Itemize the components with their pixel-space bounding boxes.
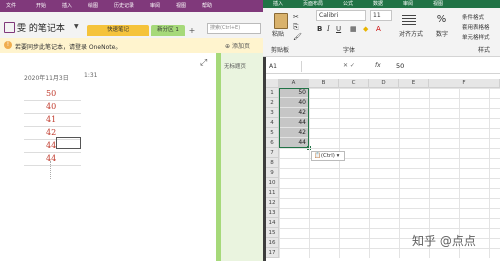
copy-icon[interactable]: ⎘ — [293, 23, 299, 32]
fill-color-icon[interactable]: ◆ — [363, 25, 368, 33]
underline-button[interactable]: U — [336, 25, 341, 33]
tab-help[interactable]: 帮助 — [202, 2, 212, 9]
watermark: 知乎 @点点 — [412, 234, 476, 248]
tab-view[interactable]: 视图 — [176, 2, 186, 9]
page-time: 1:31 — [84, 72, 98, 79]
excel-ribbon-tabs: 插入 页面布局 公式 数据 审阅 视图 — [263, 0, 500, 8]
tab-formulas[interactable]: 公式 — [343, 0, 353, 7]
styles-group-label: 样式 — [478, 47, 491, 54]
cell-styles-button[interactable]: 单元格样式 — [462, 33, 490, 41]
empty-cells[interactable] — [309, 88, 500, 148]
table-row: 41 — [24, 114, 81, 127]
italic-button[interactable]: I — [327, 25, 330, 33]
font-name-select[interactable]: Calibri — [316, 10, 366, 21]
row-header[interactable]: 5 — [266, 128, 279, 138]
column-header-c[interactable]: C — [339, 79, 369, 88]
clipboard-icon: 📋 — [314, 153, 321, 159]
expand-icon[interactable]: ⤢ — [200, 58, 207, 68]
table-row: 50 — [24, 88, 81, 101]
font-group-label: 字体 — [343, 47, 356, 54]
table-row: 44 — [24, 153, 81, 166]
name-box[interactable]: A1 — [266, 61, 302, 72]
alignment-button[interactable]: 对齐方式 — [399, 29, 423, 38]
tab-view[interactable]: 视图 — [433, 0, 443, 7]
format-as-table-button[interactable]: 套用表格格 — [462, 23, 490, 31]
tab-review[interactable]: 审阅 — [150, 2, 160, 9]
bold-button[interactable]: B — [317, 25, 322, 33]
tab-insert[interactable]: 插入 — [62, 2, 72, 9]
notebook-title[interactable]: 雯 的笔记本 — [17, 21, 65, 34]
clipboard-group-label: 剪贴板 — [271, 47, 290, 54]
add-page-label: 添加页 — [231, 43, 250, 50]
page-date: 2020年11月3日 — [24, 75, 69, 82]
row-header[interactable]: 10 — [266, 178, 279, 188]
row-header[interactable]: 9 — [266, 168, 279, 178]
add-section-button[interactable]: + — [187, 26, 197, 36]
number-button[interactable]: 数字 — [436, 29, 448, 38]
fx-icon[interactable]: fx — [375, 62, 381, 69]
paste-button[interactable]: 粘贴 — [272, 29, 284, 38]
column-header-b[interactable]: B — [309, 79, 339, 88]
row-header[interactable]: 1 — [266, 88, 279, 98]
row-header[interactable]: 7 — [266, 148, 279, 158]
row-header[interactable]: 8 — [266, 158, 279, 168]
font-size-select[interactable]: 11 — [370, 10, 392, 21]
selected-table-cell[interactable] — [56, 137, 81, 149]
row-header[interactable]: 16 — [266, 238, 279, 248]
cut-icon[interactable]: ✂ — [293, 13, 299, 21]
paste-icon[interactable] — [274, 13, 288, 29]
table-row: 40 — [24, 101, 81, 114]
tab-file[interactable]: 文件 — [6, 2, 16, 9]
align-icon[interactable] — [402, 13, 416, 27]
select-all-corner[interactable] — [266, 79, 279, 88]
percent-icon[interactable]: % — [435, 13, 448, 26]
tab-draw[interactable]: 绘图 — [88, 2, 98, 9]
formula-cancel-confirm-icons[interactable]: ✕ ✓ — [343, 62, 355, 69]
row-header[interactable]: 2 — [266, 98, 279, 108]
selection-outline — [279, 88, 309, 148]
info-icon: ! — [4, 41, 12, 49]
tab-page-layout[interactable]: 页面布局 — [303, 0, 323, 7]
search-input[interactable]: 搜索(Ctrl+E) — [207, 23, 261, 34]
format-painter-icon[interactable]: 🖌 — [293, 33, 302, 41]
sync-notice-text[interactable]: 若要同步此笔记本，请登录 OneNote。 — [15, 42, 121, 51]
table-continuation — [50, 161, 52, 179]
page-list-item[interactable]: 无标题页 — [224, 62, 246, 70]
chevron-down-icon[interactable]: ▼ — [74, 23, 79, 30]
column-header-a[interactable]: A — [279, 79, 309, 88]
row-header[interactable]: 11 — [266, 188, 279, 198]
notebook-icon[interactable] — [4, 22, 15, 33]
number-table[interactable]: 50 40 41 42 44 44 — [24, 88, 81, 166]
row-header[interactable]: 13 — [266, 208, 279, 218]
row-header[interactable]: 14 — [266, 218, 279, 228]
column-header-d[interactable]: D — [369, 79, 399, 88]
tab-history[interactable]: 历史记录 — [114, 2, 134, 9]
conditional-format-button[interactable]: 条件格式 — [462, 13, 484, 21]
onenote-ribbon: 文件 开始 插入 绘图 历史记录 审阅 视图 帮助 — [0, 0, 263, 12]
column-header-e[interactable]: E — [399, 79, 429, 88]
row-header[interactable]: 17 — [266, 248, 279, 258]
tab-review[interactable]: 审阅 — [403, 0, 413, 7]
row-header[interactable]: 6 — [266, 138, 279, 148]
section-tab-quick-notes[interactable]: 快速笔记 — [87, 25, 149, 36]
section-tab-new-section[interactable]: 新分区 1 — [151, 25, 185, 36]
tab-home[interactable]: 开始 — [36, 2, 46, 9]
paste-options-label: (Ctrl) ▾ — [320, 153, 340, 159]
paste-options-button[interactable]: 📋(Ctrl) ▾ — [311, 151, 345, 161]
tab-data[interactable]: 数据 — [373, 0, 383, 7]
column-header-f[interactable]: F — [429, 79, 500, 88]
row-header[interactable]: 4 — [266, 118, 279, 128]
font-color-icon[interactable]: A — [376, 25, 381, 33]
row-header[interactable]: 15 — [266, 228, 279, 238]
row-header[interactable]: 12 — [266, 198, 279, 208]
tab-insert[interactable]: 插入 — [273, 0, 283, 7]
page-list — [221, 53, 263, 261]
formula-input[interactable]: 50 — [396, 62, 404, 70]
borders-icon[interactable]: ▦ — [350, 25, 357, 33]
add-page-button[interactable]: ⊕ 添加页 — [225, 41, 250, 50]
row-header[interactable]: 3 — [266, 108, 279, 118]
